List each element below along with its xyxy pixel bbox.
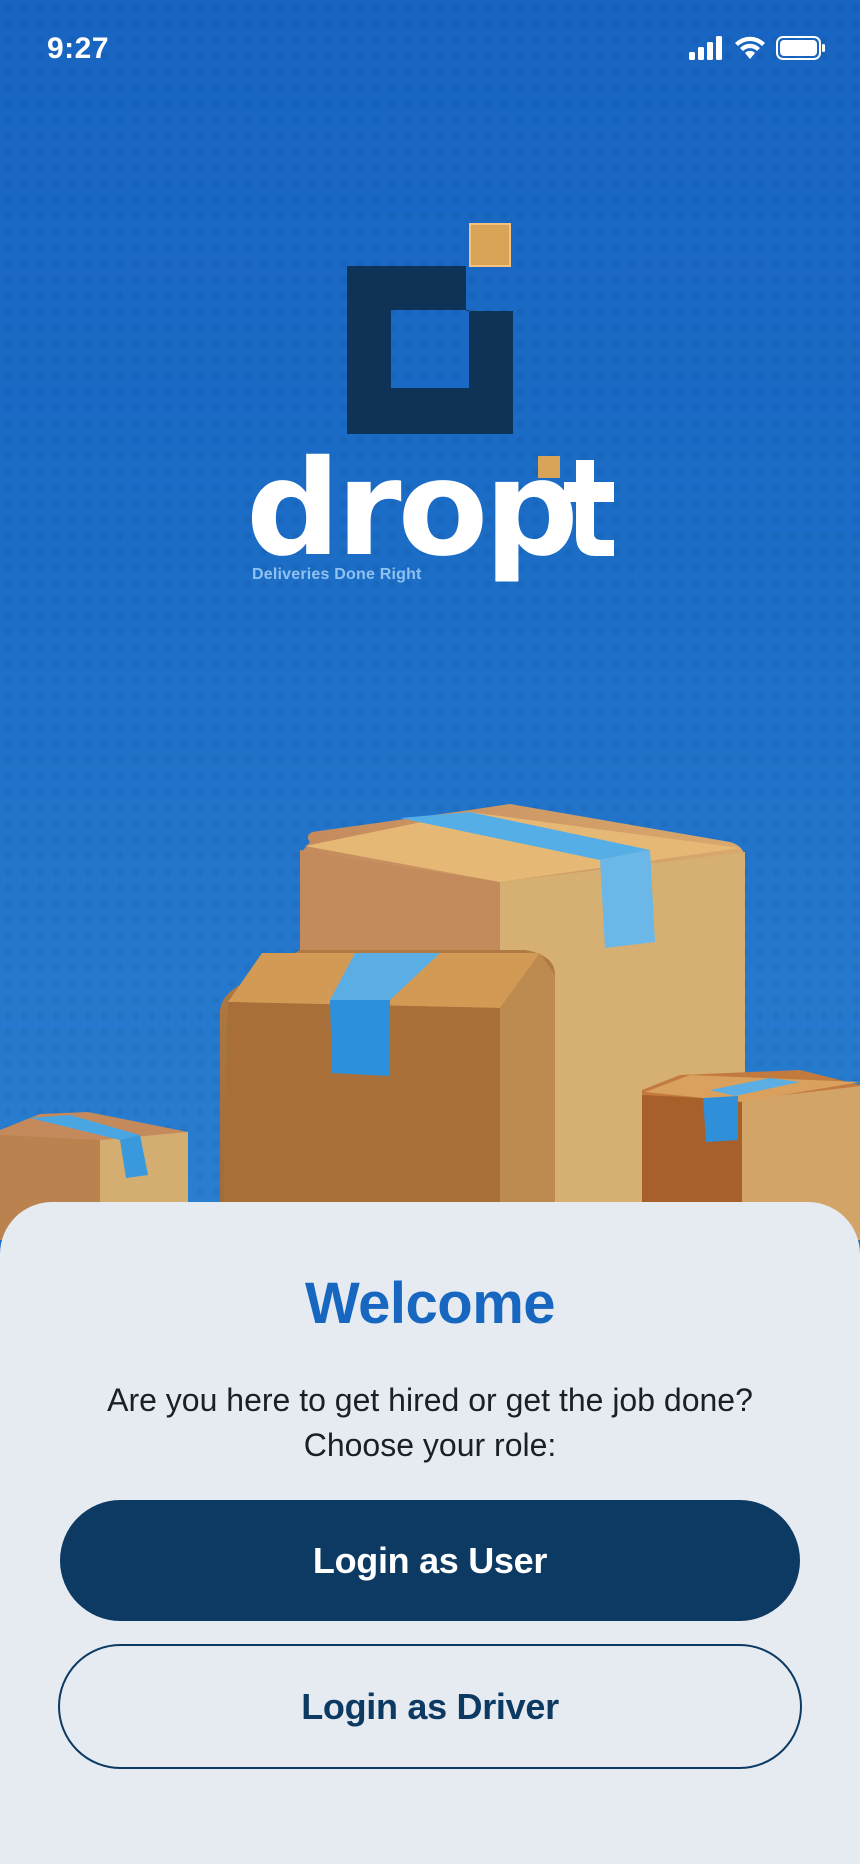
login-as-user-button[interactable]: Login as User (60, 1500, 800, 1621)
brand-logo-mark (347, 223, 513, 434)
status-icons (688, 36, 826, 60)
subtitle-line-1: Are you here to get hired or get the job… (107, 1382, 753, 1418)
svg-text:drop i: drop i (246, 432, 626, 586)
hero-background: 9:27 drop i Deliveries Done Right (0, 0, 860, 1240)
role-selection-sheet: Welcome Are you here to get hired or get… (0, 1202, 860, 1864)
signal-icon (689, 36, 722, 60)
subtitle-line-2: Choose your role: (303, 1427, 557, 1463)
welcome-subtitle: Are you here to get hired or get the job… (60, 1378, 800, 1468)
status-time: 9:27 (47, 32, 110, 65)
wifi-icon (735, 36, 765, 59)
battery-icon (776, 36, 825, 60)
boxes-illustration (0, 804, 860, 1240)
welcome-title: Welcome (304, 1271, 556, 1336)
status-bar: 9:27 (0, 0, 860, 100)
login-as-driver-button[interactable]: Login as Driver (58, 1644, 802, 1769)
brand-tagline: Deliveries Done Right (252, 566, 422, 583)
